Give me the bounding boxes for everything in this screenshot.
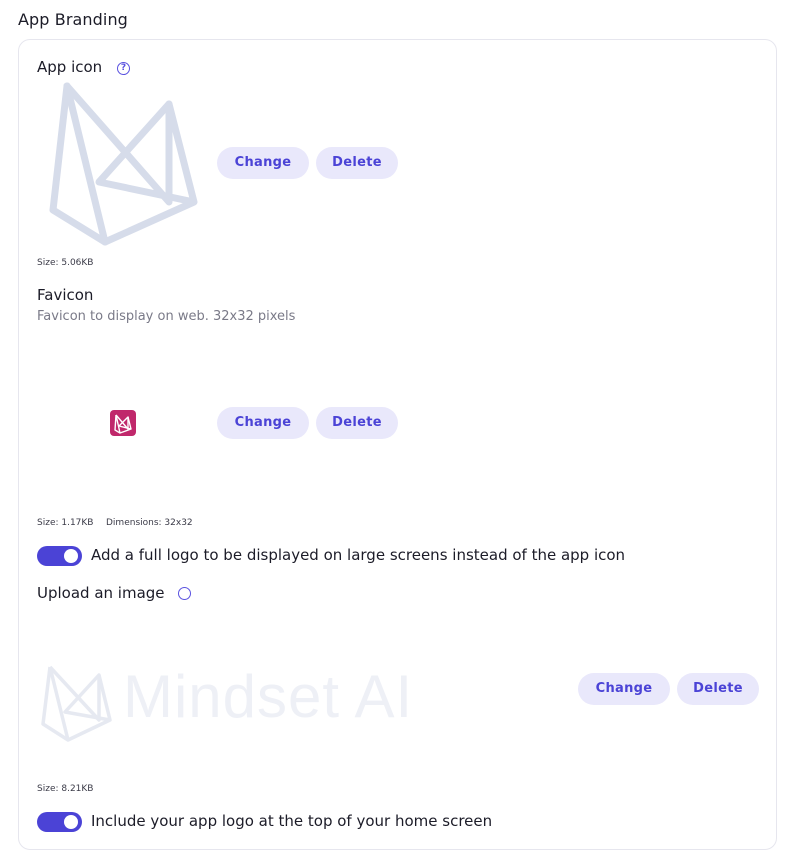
favicon-size: Size: 1.17KB (37, 518, 94, 528)
favicon-logo-icon (114, 414, 132, 434)
app-icon-label: App icon (37, 58, 103, 76)
mindset-logo-icon (49, 82, 198, 246)
home-logo-toggle[interactable] (37, 812, 82, 832)
app-icon-size: Size: 5.06KB (37, 258, 94, 268)
app-icon-change-button[interactable]: Change (217, 147, 309, 179)
favicon-label: Favicon (37, 286, 94, 304)
full-logo-toggle[interactable] (37, 546, 82, 566)
toggle-knob (64, 549, 78, 563)
favicon-image (110, 410, 136, 436)
full-logo-text: Mindset AI (123, 663, 414, 730)
favicon-delete-button[interactable]: Delete (316, 407, 398, 439)
toggle-knob (64, 815, 78, 829)
branding-card: App icon ? Change Delete Size: 5.06KB Fa… (18, 39, 777, 850)
favicon-change-button[interactable]: Change (217, 407, 309, 439)
upload-image-label: Upload an image (37, 584, 165, 602)
question-circle-icon[interactable]: ? (117, 62, 130, 75)
section-title: App Branding (18, 10, 128, 29)
full-logo-delete-button[interactable]: Delete (677, 673, 759, 705)
mindset-logo-icon (41, 665, 112, 742)
full-logo-toggle-label: Add a full logo to be displayed on large… (91, 546, 626, 564)
full-logo-size: Size: 8.21KB (37, 784, 94, 794)
favicon-dimensions: Dimensions: 32x32 (106, 518, 193, 528)
home-logo-toggle-label: Include your app logo at the top of your… (91, 812, 493, 830)
question-circle-icon[interactable] (178, 587, 191, 600)
full-logo-change-button[interactable]: Change (578, 673, 670, 705)
app-icon-delete-button[interactable]: Delete (316, 147, 398, 179)
favicon-description: Favicon to display on web. 32x32 pixels (37, 309, 296, 324)
full-logo-image: Mindset AI (41, 660, 441, 750)
